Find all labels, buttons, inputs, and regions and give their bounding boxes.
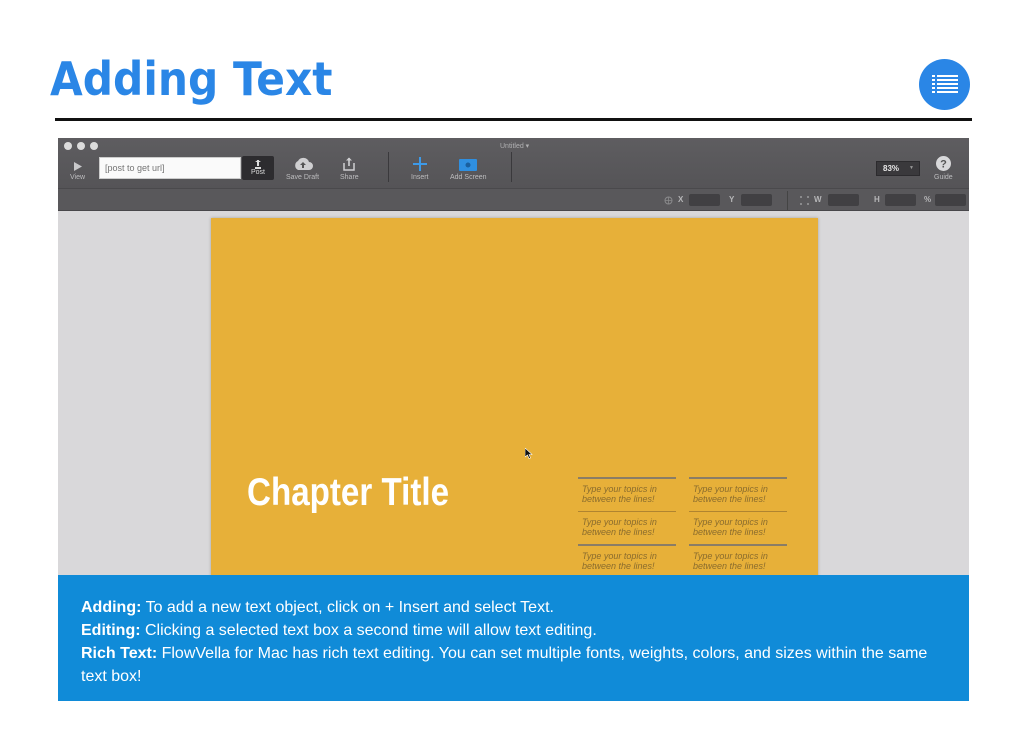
info-item-editing: Editing: Clicking a selected text box a … <box>81 619 946 642</box>
menu-button[interactable] <box>919 59 970 110</box>
slide-canvas[interactable]: Chapter Title Type your topics in betwee… <box>211 218 818 578</box>
slide-title: Adding Text <box>50 52 333 106</box>
add-screen-label: Add Screen <box>450 174 487 181</box>
pct-label: % <box>924 195 932 204</box>
title-divider <box>55 118 972 121</box>
x-label: X <box>678 195 684 204</box>
help-icon: ? <box>935 156 951 171</box>
save-draft-label: Save Draft <box>286 174 320 181</box>
w-label: W <box>814 195 822 204</box>
info-label: Rich Text: <box>81 645 158 662</box>
view-button[interactable]: View <box>70 154 85 181</box>
zoom-window-button[interactable] <box>90 142 98 150</box>
svg-text:?: ? <box>940 159 947 171</box>
width-field[interactable] <box>828 194 859 206</box>
url-input[interactable] <box>99 157 241 179</box>
toolbar-divider <box>511 152 512 182</box>
mouse-cursor-icon <box>525 448 533 459</box>
resize-icon <box>800 196 809 205</box>
list-icon <box>931 74 958 93</box>
window-title[interactable]: Untitled ▾ <box>500 142 529 150</box>
zoom-select[interactable]: 83% ▼ <box>876 161 920 176</box>
info-item-rich-text: Rich Text: FlowVella for Mac has rich te… <box>81 642 946 688</box>
window-controls <box>64 142 98 150</box>
chevron-down-icon: ▼ <box>909 165 914 171</box>
share-label: Share <box>340 174 359 181</box>
upload-person-icon <box>255 160 261 169</box>
topic-text-box[interactable]: Type your topics in between the lines! <box>578 512 676 544</box>
toolbar: Untitled ▾ View Post Save Draft Share In… <box>58 138 969 188</box>
topic-text-box[interactable]: Type your topics in between the lines! <box>578 546 676 578</box>
insert-label: Insert <box>411 174 429 181</box>
info-text: To add a new text object, click on + Ins… <box>141 599 554 616</box>
info-text: Clicking a selected text box a second ti… <box>140 622 597 639</box>
inspector-bar: X Y W H % <box>58 188 969 211</box>
inspector-divider <box>787 191 788 210</box>
x-field[interactable] <box>689 194 720 206</box>
topic-text-box[interactable]: Type your topics in between the lines! <box>578 479 676 511</box>
post-button[interactable]: Post <box>242 156 274 180</box>
info-text: FlowVella for Mac has rich text editing.… <box>81 645 928 685</box>
topic-text-box[interactable]: Type your topics in between the lines! <box>689 479 787 511</box>
topics-column: Type your topics in between the lines! T… <box>689 477 787 578</box>
height-field[interactable] <box>885 194 916 206</box>
zoom-value: 83% <box>883 164 900 173</box>
plus-icon <box>412 157 427 171</box>
move-icon <box>664 196 673 205</box>
guide-button[interactable]: ? Guide <box>934 152 953 181</box>
chapter-title-text[interactable]: Chapter Title <box>247 471 449 515</box>
insert-button[interactable]: Insert <box>411 154 429 181</box>
topic-text-box[interactable]: Type your topics in between the lines! <box>689 512 787 544</box>
post-label: Post <box>250 169 265 176</box>
info-label: Editing: <box>81 622 141 639</box>
share-button[interactable]: Share <box>340 154 359 181</box>
percent-field[interactable] <box>935 194 966 206</box>
cloud-upload-icon <box>294 157 313 170</box>
info-panel: Adding: To add a new text object, click … <box>58 575 969 701</box>
minimize-window-button[interactable] <box>77 142 85 150</box>
h-label: H <box>874 195 880 204</box>
add-screen-button[interactable]: Add Screen <box>450 154 487 181</box>
close-window-button[interactable] <box>64 142 72 150</box>
toolbar-divider <box>388 152 389 182</box>
share-icon <box>343 157 356 171</box>
info-label: Adding: <box>81 599 142 616</box>
y-label: Y <box>729 195 735 204</box>
topic-text-box[interactable]: Type your topics in between the lines! <box>689 546 787 578</box>
app-window: Untitled ▾ View Post Save Draft Share In… <box>58 138 969 578</box>
save-draft-button[interactable]: Save Draft <box>286 154 319 181</box>
y-field[interactable] <box>741 194 772 206</box>
view-label: View <box>70 174 86 181</box>
play-icon <box>73 162 82 171</box>
info-item-adding: Adding: To add a new text object, click … <box>81 596 946 619</box>
add-screen-icon <box>459 159 478 171</box>
topics-column: Type your topics in between the lines! T… <box>578 477 676 578</box>
guide-label: Guide <box>934 174 953 181</box>
